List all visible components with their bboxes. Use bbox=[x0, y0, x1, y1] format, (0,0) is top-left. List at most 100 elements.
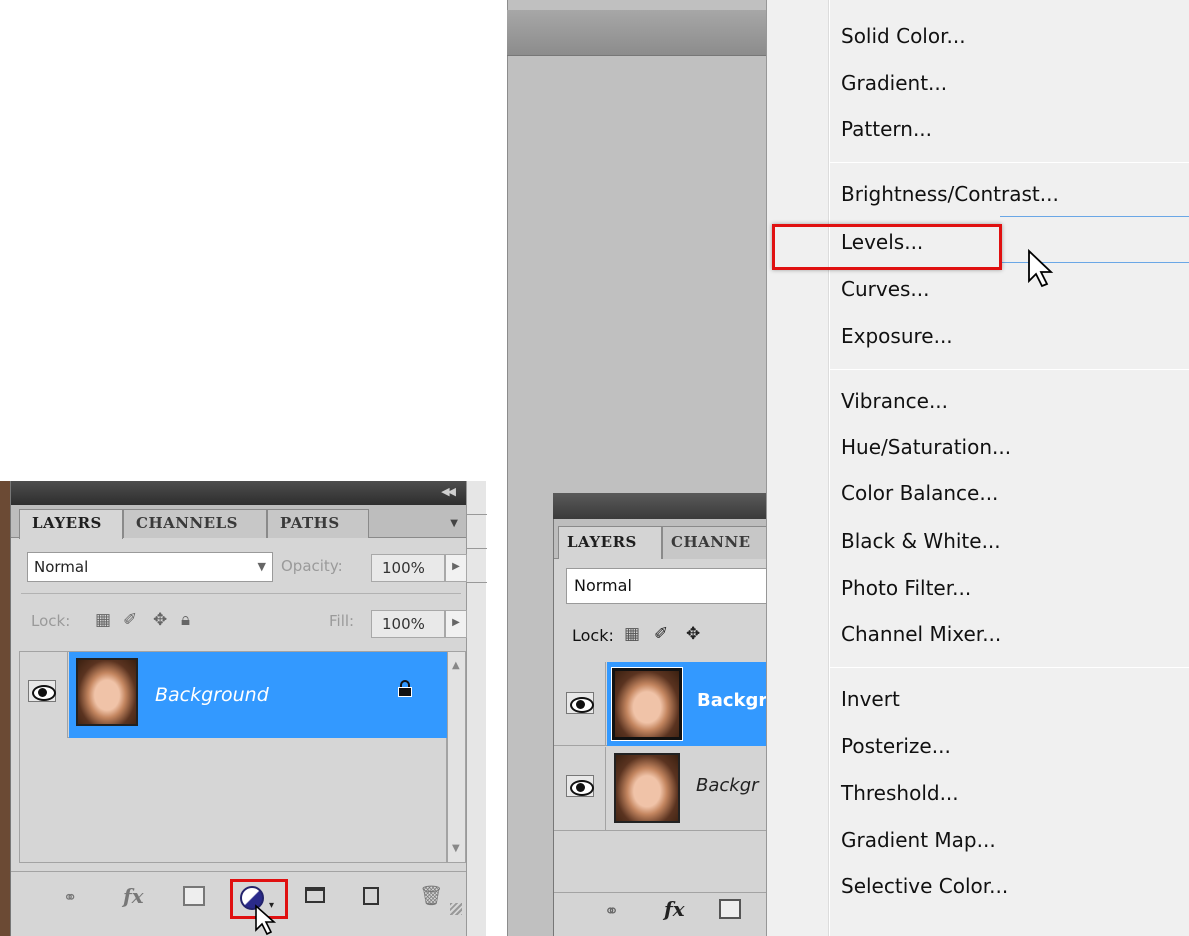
eye-icon[interactable] bbox=[28, 680, 56, 702]
new-layer-icon[interactable] bbox=[363, 887, 379, 905]
layer-name: Background bbox=[155, 684, 269, 706]
lock-image-icon[interactable]: ✐ bbox=[654, 624, 668, 644]
blend-mode-value: Normal bbox=[34, 558, 89, 576]
menu-item-channel-mixer[interactable]: Channel Mixer... bbox=[841, 622, 1001, 646]
layer-row[interactable]: Backgr bbox=[554, 747, 768, 831]
menu-item-gradient-map[interactable]: Gradient Map... bbox=[841, 828, 996, 852]
menu-item-photo-filter[interactable]: Photo Filter... bbox=[841, 576, 971, 600]
menu-separator bbox=[829, 162, 1189, 163]
opacity-input[interactable]: 100% bbox=[371, 554, 445, 582]
menu-item-gradient[interactable]: Gradient... bbox=[841, 71, 947, 95]
opacity-label: Opacity: bbox=[281, 557, 343, 575]
layers-list: Background bbox=[19, 651, 456, 863]
menu-item-curves[interactable]: Curves... bbox=[841, 277, 930, 301]
layer-row[interactable]: Backgr bbox=[554, 662, 768, 746]
adjustment-menu: Solid Color... Gradient... Pattern... Br… bbox=[766, 0, 1189, 936]
divider bbox=[21, 593, 461, 594]
blend-mode-select[interactable]: Normal bbox=[566, 568, 776, 604]
lock-transparent-icon[interactable]: ▦ bbox=[624, 624, 640, 644]
visibility-cell[interactable] bbox=[554, 747, 606, 831]
layer-thumbnail bbox=[76, 658, 138, 726]
levels-highlight-box bbox=[772, 224, 1002, 270]
menu-gutter bbox=[829, 0, 830, 936]
layers-bottom-toolbar: ⚭ fx ▾ 🗑︎ bbox=[11, 871, 466, 921]
panel-menu-icon[interactable]: ▼ bbox=[450, 518, 458, 529]
blend-mode-select[interactable]: Normal ▼ bbox=[27, 552, 273, 582]
menu-item-selective-color[interactable]: Selective Color... bbox=[841, 874, 1008, 898]
layers-list: Backgr Backgr bbox=[554, 662, 768, 842]
chevron-down-icon: ▼ bbox=[257, 560, 266, 573]
fx-icon[interactable]: fx bbox=[123, 884, 144, 908]
link-icon[interactable]: ⚭ bbox=[604, 901, 619, 922]
mouse-cursor-icon bbox=[255, 904, 277, 936]
eye-icon[interactable] bbox=[566, 775, 594, 797]
layers-panel-left: ◀◀ LAYERS CHANNELS PATHS ▼ Normal ▼ Opac… bbox=[10, 481, 487, 936]
menu-item-pattern[interactable]: Pattern... bbox=[841, 117, 932, 141]
fx-icon[interactable]: fx bbox=[664, 897, 685, 921]
layer-thumbnail bbox=[611, 667, 683, 741]
layer-selected[interactable]: Background bbox=[69, 652, 456, 738]
guide-line bbox=[1000, 216, 1189, 217]
panel-dock-strip bbox=[466, 481, 487, 936]
menu-item-black-white[interactable]: Black & White... bbox=[841, 529, 1001, 553]
panel-titlebar[interactable]: ◀◀ bbox=[11, 481, 466, 505]
menu-item-exposure[interactable]: Exposure... bbox=[841, 324, 953, 348]
panel-tabs: LAYERS CHANNE bbox=[554, 519, 768, 559]
collapse-icon[interactable]: ◀◀ bbox=[441, 485, 456, 498]
menu-item-threshold[interactable]: Threshold... bbox=[841, 781, 959, 805]
layer-thumbnail bbox=[614, 753, 680, 823]
mouse-cursor-icon bbox=[1028, 248, 1054, 288]
layer-name: Backgr bbox=[696, 775, 759, 796]
visibility-cell[interactable] bbox=[20, 652, 68, 738]
resize-grip-icon[interactable] bbox=[450, 903, 462, 915]
eye-icon[interactable] bbox=[566, 692, 594, 714]
scroll-down-icon[interactable]: ▼ bbox=[452, 843, 460, 854]
lock-icon bbox=[398, 680, 412, 697]
menu-item-vibrance[interactable]: Vibrance... bbox=[841, 389, 948, 413]
panel-titlebar[interactable] bbox=[553, 493, 767, 519]
fill-label: Fill: bbox=[329, 612, 355, 630]
folder-icon[interactable] bbox=[305, 887, 325, 903]
scroll-up-icon[interactable]: ▲ bbox=[452, 660, 460, 671]
layers-panel-right: LAYERS CHANNE Normal Lock: ▦ ✐ ✥ Backgr … bbox=[553, 519, 776, 936]
dock-segment[interactable] bbox=[467, 549, 487, 583]
dock-segment[interactable] bbox=[467, 481, 487, 515]
menu-item-brightness-contrast[interactable]: Brightness/Contrast... bbox=[841, 182, 1059, 206]
opacity-arrow-icon[interactable]: ▶ bbox=[445, 554, 467, 582]
menu-item-solid-color[interactable]: Solid Color... bbox=[841, 24, 966, 48]
lock-label: Lock: bbox=[31, 612, 71, 630]
layers-scrollbar[interactable]: ▲ ▼ bbox=[447, 651, 466, 863]
fill-arrow-icon[interactable]: ▶ bbox=[445, 610, 467, 638]
menu-separator bbox=[829, 667, 1189, 668]
menu-item-hue-saturation[interactable]: Hue/Saturation... bbox=[841, 435, 1011, 459]
background-wood-strip bbox=[0, 481, 10, 936]
tab-paths[interactable]: PATHS bbox=[267, 509, 369, 538]
tab-layers[interactable]: LAYERS bbox=[558, 526, 662, 559]
menu-item-color-balance[interactable]: Color Balance... bbox=[841, 481, 998, 505]
menu-item-invert[interactable]: Invert bbox=[841, 687, 900, 711]
layers-bottom-toolbar: ⚭ fx bbox=[554, 892, 768, 936]
tab-channels[interactable]: CHANNELS bbox=[123, 509, 267, 538]
tab-channels[interactable]: CHANNE bbox=[662, 526, 768, 559]
trash-icon[interactable]: 🗑︎ bbox=[419, 884, 443, 907]
dock-segment[interactable] bbox=[467, 515, 487, 549]
menu-item-posterize[interactable]: Posterize... bbox=[841, 734, 951, 758]
visibility-cell[interactable] bbox=[554, 662, 606, 746]
lock-all-icon[interactable]: 🔒︎ bbox=[181, 610, 190, 630]
link-icon[interactable]: ⚭ bbox=[63, 888, 77, 908]
mask-icon[interactable] bbox=[183, 886, 205, 906]
fill-input[interactable]: 100% bbox=[371, 610, 445, 638]
layer-name: Backgr bbox=[697, 690, 768, 711]
lock-image-icon[interactable]: ✐ bbox=[123, 610, 137, 630]
tab-layers[interactable]: LAYERS bbox=[19, 509, 123, 539]
menu-separator bbox=[829, 369, 1189, 370]
layer-selected[interactable]: Backgr bbox=[607, 662, 768, 746]
layer-row[interactable]: Background bbox=[20, 652, 456, 738]
lock-position-icon[interactable]: ✥ bbox=[153, 610, 167, 630]
mask-icon[interactable] bbox=[719, 899, 741, 919]
panel-tabs: LAYERS CHANNELS PATHS ▼ bbox=[11, 505, 466, 539]
lock-label: Lock: bbox=[572, 626, 614, 645]
lock-transparent-icon[interactable]: ▦ bbox=[95, 610, 111, 630]
lock-position-icon[interactable]: ✥ bbox=[686, 624, 700, 644]
document-titlebar[interactable] bbox=[507, 10, 767, 56]
